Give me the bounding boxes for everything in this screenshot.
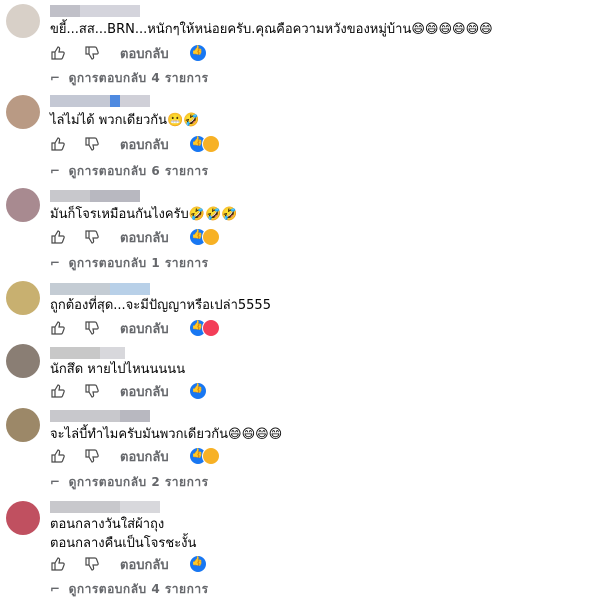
reply-arrow-icon: ⌐ [50,256,61,270]
reactions[interactable] [188,228,220,246]
reactions[interactable] [188,555,207,573]
reply-button[interactable]: ตอบกลับ [120,134,169,155]
comment-actions: ตอบกลับ [50,134,220,155]
dislike-icon[interactable] [84,45,100,61]
view-replies-label: ดูการตอบกลับ 4 รายการ [68,71,209,85]
comment-text: ไล่ไม่ได้ พวกเดียวกัน😬🤣 [50,113,200,128]
like-reaction-icon [188,382,207,400]
dislike-icon[interactable] [84,136,100,152]
comment-text: ขยี้...สส...BRN...หนักๆให้หน่อยครับ.คุณค… [50,22,493,37]
comment-text: จะไล่บี้ทำไมครับมันพวกเดียวกัน😄😄😄😄 [50,427,283,442]
reactions[interactable] [188,44,207,62]
comment-actions: ตอบกลับ [50,43,207,64]
comment-text: มันก็โจรเหมือนกันไงครับ🤣🤣🤣 [50,207,238,222]
reply-button[interactable]: ตอบกลับ [120,381,169,402]
reactions[interactable] [188,319,220,337]
dislike-icon[interactable] [84,320,100,336]
commenter-name[interactable] [50,5,140,17]
view-replies-label: ดูการตอบกลับ 6 รายการ [68,164,209,178]
comment-text: นักสึด หายไปไหนนนนน [50,362,186,377]
commenter-name[interactable] [50,410,150,422]
comment-actions: ตอบกลับ [50,381,207,402]
reply-arrow-icon: ⌐ [50,475,61,489]
avatar[interactable] [6,344,40,378]
dislike-icon[interactable] [84,556,100,572]
avatar[interactable] [6,501,40,535]
comment-actions: ตอบกลับ [50,554,207,575]
view-replies-link[interactable]: ⌐ ดูการตอบกลับ 1 รายการ [50,254,209,273]
like-icon[interactable] [50,136,66,152]
like-reaction-icon [188,555,207,573]
view-replies-link[interactable]: ⌐ ดูการตอบกลับ 2 รายการ [50,473,209,492]
commenter-name[interactable] [50,190,140,202]
dislike-icon[interactable] [84,229,100,245]
comment-text: ถูกต้องที่สุด...จะมีปัญญาหรือเปล่า5555 [50,298,271,313]
reactions[interactable] [188,447,220,465]
avatar[interactable] [6,4,40,38]
avatar[interactable] [6,281,40,315]
reactions[interactable] [188,382,207,400]
haha-reaction-icon [201,135,220,153]
commenter-name[interactable] [50,347,125,359]
reply-button[interactable]: ตอบกลับ [120,43,169,64]
view-replies-link[interactable]: ⌐ ดูการตอบกลับ 6 รายการ [50,162,209,181]
comment-text: ตอนกลางวันใส่ผ้าถุง ตอนกลางคืนเป็นโจรชะง… [50,517,197,551]
reply-button[interactable]: ตอบกลับ [120,318,169,339]
love-reaction-icon [201,319,220,337]
comment-actions: ตอบกลับ [50,227,220,248]
like-icon[interactable] [50,383,66,399]
reply-arrow-icon: ⌐ [50,164,61,178]
comment-actions: ตอบกลับ [50,446,220,467]
like-icon[interactable] [50,320,66,336]
dislike-icon[interactable] [84,383,100,399]
like-reaction-icon [188,44,207,62]
like-icon[interactable] [50,448,66,464]
haha-reaction-icon [201,447,220,465]
avatar[interactable] [6,188,40,222]
commenter-name[interactable] [50,283,150,295]
commenter-name[interactable] [50,501,160,513]
reply-arrow-icon: ⌐ [50,582,61,596]
view-replies-label: ดูการตอบกลับ 1 รายการ [68,256,209,270]
reply-arrow-icon: ⌐ [50,71,61,85]
comment-actions: ตอบกลับ [50,318,220,339]
reply-button[interactable]: ตอบกลับ [120,446,169,467]
view-replies-label: ดูการตอบกลับ 2 รายการ [68,475,209,489]
avatar[interactable] [6,95,40,129]
dislike-icon[interactable] [84,448,100,464]
view-replies-link[interactable]: ⌐ ดูการตอบกลับ 4 รายการ [50,580,209,599]
view-replies-link[interactable]: ⌐ ดูการตอบกลับ 4 รายการ [50,69,209,88]
like-icon[interactable] [50,229,66,245]
like-icon[interactable] [50,45,66,61]
avatar[interactable] [6,408,40,442]
haha-reaction-icon [201,228,220,246]
commenter-name[interactable] [50,95,150,107]
like-icon[interactable] [50,556,66,572]
reply-button[interactable]: ตอบกลับ [120,554,169,575]
reply-button[interactable]: ตอบกลับ [120,227,169,248]
view-replies-label: ดูการตอบกลับ 4 รายการ [68,582,209,596]
reactions[interactable] [188,135,220,153]
